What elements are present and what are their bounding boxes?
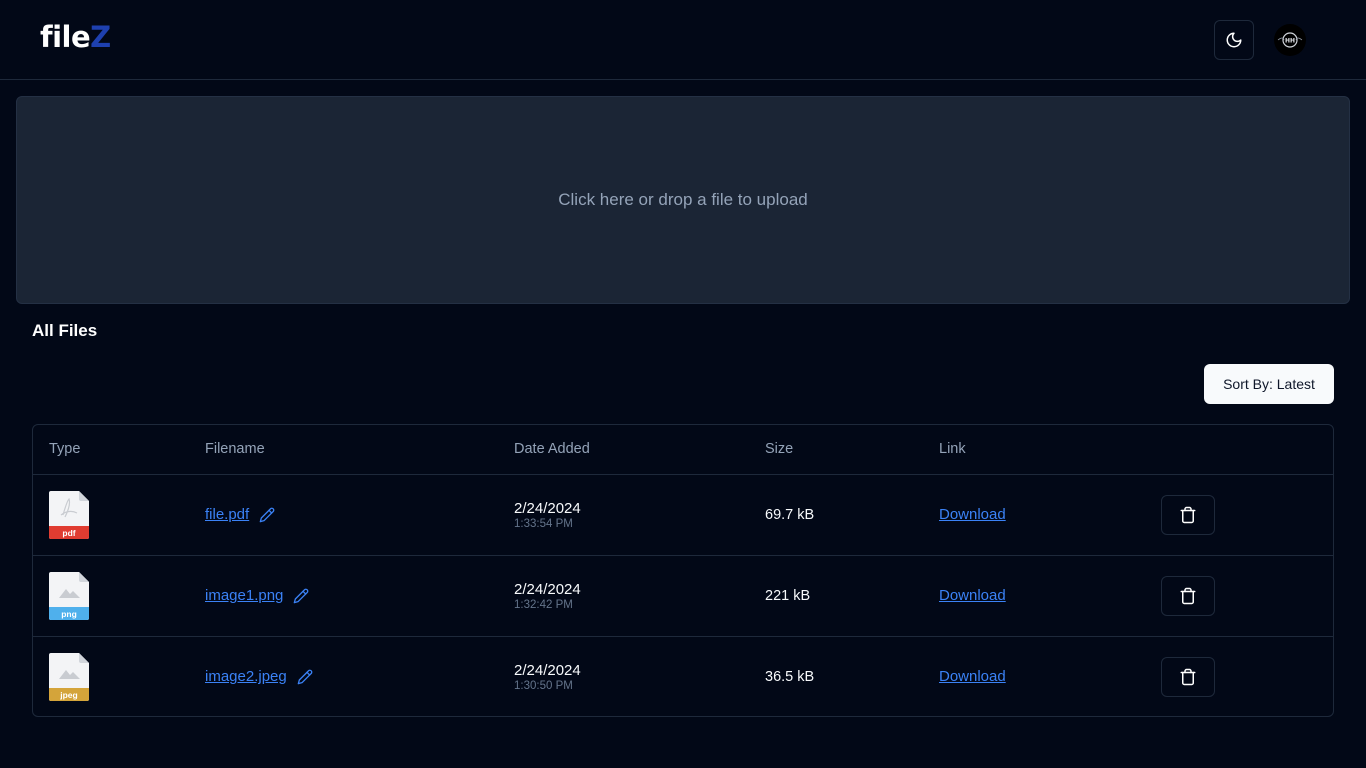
date-cell: 2/24/2024 1:33:54 PM — [498, 474, 749, 555]
size-cell: 36.5 kB — [749, 636, 923, 716]
link-cell: Download — [923, 636, 1145, 716]
date-added: 2/24/2024 — [514, 580, 581, 598]
column-header-date: Date Added — [514, 441, 590, 458]
column-header-filename: Filename — [205, 441, 265, 458]
upload-dropzone[interactable]: Click here or drop a file to upload — [16, 96, 1350, 304]
time-added: 1:32:42 PM — [514, 598, 573, 611]
file-size: 36.5 kB — [765, 669, 815, 686]
date-added: 2/24/2024 — [514, 499, 581, 517]
table-row: jpeg image2.jpeg 2/24/2024 1:30:50 PM 36… — [33, 636, 1333, 716]
filename-link[interactable]: file.pdf — [205, 506, 249, 523]
column-header-type: Type — [49, 441, 81, 458]
filename-cell: image1.png — [189, 555, 498, 636]
column-header-link: Link — [939, 441, 966, 458]
delete-button[interactable] — [1161, 494, 1215, 535]
download-link[interactable]: Download — [939, 506, 1006, 523]
theme-toggle-button[interactable] — [1214, 20, 1254, 60]
file-size: 221 kB — [765, 588, 811, 604]
actions-cell — [1145, 555, 1333, 636]
image-file-icon: png — [49, 571, 89, 620]
filename-link[interactable]: image2.jpeg — [205, 668, 287, 685]
filename-cell: image2.jpeg — [189, 636, 498, 716]
actions-cell — [1145, 474, 1333, 555]
file-type-label: png — [61, 609, 77, 619]
type-cell: jpeg — [33, 636, 189, 716]
pdf-file-icon: pdf — [49, 490, 89, 539]
logo-text-z: Z — [90, 20, 111, 54]
column-header-size: Size — [765, 441, 794, 458]
size-cell: 221 kB — [749, 555, 923, 636]
file-type-label: pdf — [62, 528, 75, 538]
logo[interactable]: fileZ — [40, 20, 111, 54]
time-added: 1:30:50 PM — [514, 679, 573, 692]
link-cell: Download — [923, 474, 1145, 555]
rename-pencil-icon[interactable] — [259, 507, 275, 523]
type-cell: pdf — [33, 474, 189, 555]
delete-button[interactable] — [1161, 656, 1215, 697]
download-link[interactable]: Download — [939, 587, 1006, 604]
files-table: Type Filename Date Added Size Link pdf f… — [32, 424, 1334, 717]
navbar: fileZ HH — [0, 0, 1366, 80]
user-avatar[interactable]: HH — [1274, 24, 1306, 56]
image-file-icon: jpeg — [49, 652, 89, 701]
section-title: All Files — [32, 321, 98, 340]
table-header-row: Type Filename Date Added Size Link — [33, 425, 1333, 474]
file-type-label: jpeg — [59, 690, 77, 700]
date-cell: 2/24/2024 1:30:50 PM — [498, 636, 749, 716]
download-link[interactable]: Download — [939, 668, 1006, 685]
type-cell: png — [33, 555, 189, 636]
date-added: 2/24/2024 — [514, 661, 581, 679]
avatar-logo-icon: HH — [1277, 32, 1303, 48]
delete-button[interactable] — [1161, 575, 1215, 616]
rename-pencil-icon[interactable] — [293, 588, 309, 604]
file-size: 69.7 kB — [765, 507, 815, 523]
sort-button[interactable]: Sort By: Latest — [1204, 364, 1334, 404]
trash-icon — [1180, 668, 1196, 685]
trash-icon — [1180, 506, 1196, 523]
table-row: pdf file.pdf 2/24/2024 1:33:54 PM 69.7 k… — [33, 474, 1333, 555]
column-header-actions — [1145, 425, 1333, 474]
filename-link[interactable]: image1.png — [205, 587, 283, 604]
size-cell: 69.7 kB — [749, 474, 923, 555]
logo-text-file: file — [40, 20, 91, 54]
moon-icon — [1226, 32, 1242, 48]
table-row: png image1.png 2/24/2024 1:32:42 PM 221 … — [33, 555, 1333, 636]
actions-cell — [1145, 636, 1333, 716]
time-added: 1:33:54 PM — [514, 517, 573, 530]
date-cell: 2/24/2024 1:32:42 PM — [498, 555, 749, 636]
link-cell: Download — [923, 555, 1145, 636]
trash-icon — [1180, 587, 1196, 604]
rename-pencil-icon[interactable] — [297, 669, 313, 685]
filename-cell: file.pdf — [189, 474, 498, 555]
svg-text:HH: HH — [1285, 38, 1295, 45]
upload-prompt: Click here or drop a file to upload — [558, 190, 808, 209]
